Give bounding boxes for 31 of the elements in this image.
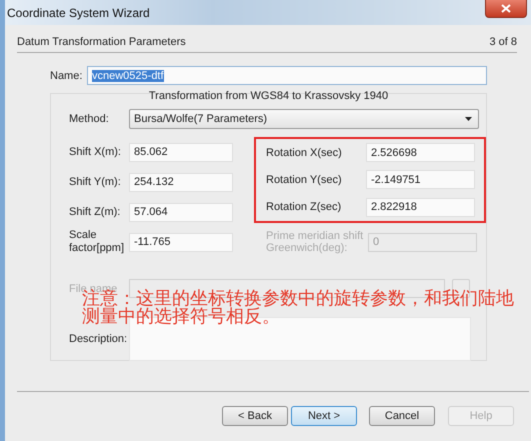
method-dropdown[interactable]: Bursa/Wolfe(7 Parameters) [129,109,479,129]
rotation-field[interactable]: 2.822918 [366,198,475,217]
name-label: Name: [50,70,84,82]
shift-field[interactable]: 254.132 [129,172,233,192]
wizard-button[interactable]: < Back [222,406,288,426]
shift-field[interactable]: 57.064 [129,202,233,222]
rotation-label: Rotation Z(sec) [266,201,342,214]
rotation-field[interactable]: -2.149751 [366,170,475,190]
close-button[interactable] [485,0,527,18]
dropdown-arrow-icon [465,117,472,121]
rotation-label: Rotation Y(sec) [266,174,343,186]
shift-label: Shift Y(m): [69,176,122,188]
rotation-label: Rotation X(sec) [266,146,343,159]
scale-label: Scale factor[ppm] [69,229,126,255]
name-field[interactable]: vcnew0525-dtf [87,66,487,85]
shift-label: Shift X(m): [69,146,122,158]
step-counter: 3 of 8 [489,36,517,48]
close-icon [501,4,511,13]
rotation-field[interactable]: 2.526698 [366,143,475,162]
wizard-button[interactable]: Next > [291,406,357,426]
page-title: Datum Transformation Parameters [17,36,186,48]
shift-label: Shift Z(m): [69,206,122,218]
window-title: Coordinate System Wizard [7,6,150,20]
name-value: vcnew0525-dtf [92,70,164,82]
scale-field[interactable]: -11.765 [129,232,233,252]
prime-meridian-label: Prime meridian shift Greenwich(deg): [266,230,364,254]
group-title: Transformation from WGS84 to Krassovsky 1940 [148,90,390,102]
method-label: Method: [69,113,110,125]
description-label: Description: [69,333,128,345]
wizard-button[interactable]: Cancel [369,406,435,426]
shift-field[interactable]: 85.062 [129,142,233,162]
